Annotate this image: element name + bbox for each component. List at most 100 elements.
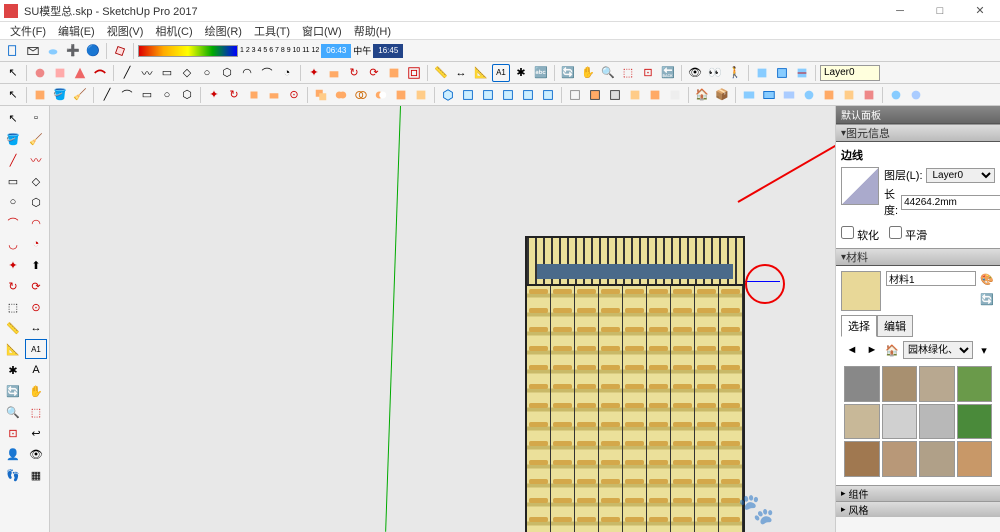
pan-icon[interactable]: ✋: [579, 64, 597, 82]
home-nav-icon[interactable]: 🏠: [883, 341, 901, 359]
section-icon[interactable]: [753, 64, 771, 82]
circle2-icon[interactable]: ○: [158, 86, 176, 104]
lt-freehand[interactable]: 〰: [25, 150, 47, 170]
material-swatch-8[interactable]: [844, 441, 880, 477]
lt-orbit[interactable]: 🔄: [2, 381, 24, 401]
followme-icon[interactable]: ⟳: [365, 64, 383, 82]
lt-paint[interactable]: 🪣: [2, 129, 24, 149]
top-icon[interactable]: [459, 86, 477, 104]
zoom-window-icon[interactable]: ⬚: [619, 64, 637, 82]
lt-walk[interactable]: 👣: [2, 465, 24, 485]
viewport[interactable]: 🐾: [50, 106, 835, 532]
xray-icon[interactable]: [566, 86, 584, 104]
menu-edit[interactable]: 编辑(E): [54, 23, 99, 39]
maximize-button[interactable]: □: [920, 0, 960, 22]
default-tray-header[interactable]: 默认面板: [836, 106, 1000, 124]
render3-icon[interactable]: [780, 86, 798, 104]
make-component-icon[interactable]: [31, 86, 49, 104]
previous-icon[interactable]: 🔙: [659, 64, 677, 82]
time-end[interactable]: 16:45: [373, 44, 403, 58]
outer-shell-icon[interactable]: [312, 86, 330, 104]
position-camera-icon[interactable]: 👁: [686, 64, 704, 82]
render5-icon[interactable]: [820, 86, 838, 104]
text-icon[interactable]: A1: [492, 64, 510, 82]
material-name[interactable]: [886, 271, 976, 286]
shaded-tex-icon[interactable]: [646, 86, 664, 104]
freehand-icon[interactable]: 〰: [138, 64, 156, 82]
rect-icon[interactable]: ▭: [158, 64, 176, 82]
eraser-icon[interactable]: [111, 42, 129, 60]
menu-file[interactable]: 文件(F): [6, 23, 50, 39]
union-icon[interactable]: [332, 86, 350, 104]
right-icon[interactable]: [499, 86, 517, 104]
render7-icon[interactable]: [860, 86, 878, 104]
lt-text[interactable]: A1: [25, 339, 47, 359]
tab-select[interactable]: 选择: [841, 315, 877, 337]
polygon-icon[interactable]: ⬡: [218, 64, 236, 82]
smooth-checkbox[interactable]: 平滑: [889, 226, 927, 243]
material-swatch-9[interactable]: [882, 441, 918, 477]
line2-icon[interactable]: ╱: [98, 86, 116, 104]
scale-icon[interactable]: [385, 64, 403, 82]
sphere-icon[interactable]: 🔵: [84, 42, 102, 60]
zoom-extents-icon[interactable]: ⊡: [639, 64, 657, 82]
menu-camera[interactable]: 相机(C): [151, 23, 196, 39]
left-icon[interactable]: [539, 86, 557, 104]
menu-view[interactable]: 视图(V): [103, 23, 148, 39]
materials-header[interactable]: ▾ 材料: [836, 248, 1000, 266]
paint-icon[interactable]: 🪣: [51, 86, 69, 104]
building-model[interactable]: [525, 236, 745, 532]
intersect-icon[interactable]: [352, 86, 370, 104]
material-swatch-10[interactable]: [919, 441, 955, 477]
lt-section[interactable]: ▦: [25, 465, 47, 485]
eraser2-icon[interactable]: 🧹: [71, 86, 89, 104]
lt-scale[interactable]: ⬚: [2, 297, 24, 317]
material-swatch-1[interactable]: [882, 366, 918, 402]
walk-icon[interactable]: 🚶: [726, 64, 744, 82]
components-header[interactable]: 组件: [836, 485, 1000, 501]
lt-arc[interactable]: ⌒: [2, 213, 24, 233]
red-tool-2[interactable]: [51, 64, 69, 82]
lt-pan[interactable]: ✋: [25, 381, 47, 401]
lt-protractor[interactable]: 📐: [2, 339, 24, 359]
move2-icon[interactable]: ✦: [205, 86, 223, 104]
menu-draw[interactable]: 绘图(R): [201, 23, 246, 39]
look-around-icon[interactable]: 👀: [706, 64, 724, 82]
lt-look[interactable]: 👁: [25, 444, 47, 464]
offset2-icon[interactable]: ⊙: [285, 86, 303, 104]
section-cut-icon[interactable]: [793, 64, 811, 82]
wireframe-icon[interactable]: [586, 86, 604, 104]
lt-zoomext[interactable]: ⊡: [2, 423, 24, 443]
close-button[interactable]: ✕: [960, 0, 1000, 22]
sphere2-icon[interactable]: [907, 86, 925, 104]
hidden-line-icon[interactable]: [606, 86, 624, 104]
select-icon[interactable]: ↖: [4, 64, 22, 82]
pie-icon[interactable]: ◔: [278, 64, 296, 82]
material-swatch-5[interactable]: [882, 404, 918, 440]
lt-zoomwin[interactable]: ⬚: [25, 402, 47, 422]
lt-eraser[interactable]: 🧹: [25, 129, 47, 149]
menu-tools[interactable]: 工具(T): [250, 23, 294, 39]
material-swatch-2[interactable]: [919, 366, 955, 402]
shaded-icon[interactable]: [626, 86, 644, 104]
entity-info-header[interactable]: ▾ 图元信息: [836, 124, 1000, 142]
material-swatch-0[interactable]: [844, 366, 880, 402]
arc3-icon[interactable]: ⌒: [118, 86, 136, 104]
back-nav-icon[interactable]: ◄: [843, 341, 861, 359]
mail-icon[interactable]: [24, 42, 42, 60]
zoom-icon[interactable]: 🔍: [599, 64, 617, 82]
rect2-icon[interactable]: ▭: [138, 86, 156, 104]
lt-pushpull[interactable]: ⬆: [25, 255, 47, 275]
layer-select[interactable]: Layer0: [926, 168, 996, 183]
lt-circle[interactable]: ○: [2, 192, 24, 212]
lt-move[interactable]: ✦: [2, 255, 24, 275]
render1-icon[interactable]: [740, 86, 758, 104]
rotated-rect-icon[interactable]: ◇: [178, 64, 196, 82]
material-preview[interactable]: [841, 271, 881, 311]
lt-pie[interactable]: ◔: [25, 234, 47, 254]
time-start[interactable]: 06:43: [321, 44, 351, 58]
menu-window[interactable]: 窗口(W): [298, 23, 346, 39]
red-tool-4[interactable]: [91, 64, 109, 82]
warehouse-icon[interactable]: 📦: [713, 86, 731, 104]
lt-poly[interactable]: ⬡: [25, 192, 47, 212]
